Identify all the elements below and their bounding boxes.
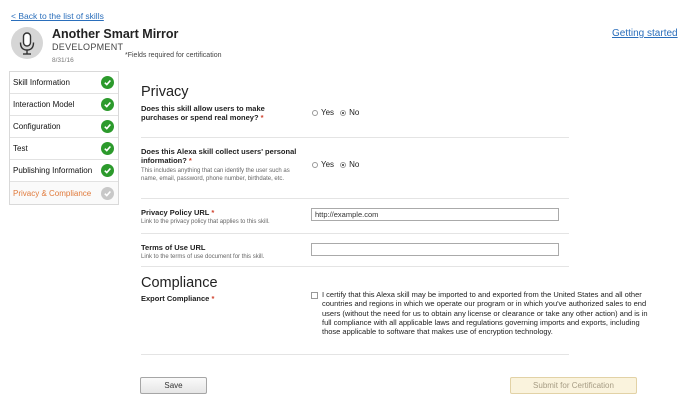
purchases-no-label: No bbox=[349, 108, 360, 117]
personal-info-no-label: No bbox=[349, 160, 360, 169]
sidebar-item-label: Skill Information bbox=[13, 78, 70, 87]
purchases-question: Does this skill allow users to make purc… bbox=[141, 104, 265, 122]
personal-info-no-radio[interactable] bbox=[340, 161, 347, 168]
purchases-radio-group: Yes No bbox=[312, 108, 359, 117]
personal-info-question: Does this Alexa skill collect users' per… bbox=[141, 147, 297, 165]
terms-of-use-label: Terms of Use URL bbox=[141, 243, 206, 252]
sidebar-item-privacy-compliance[interactable]: Privacy & Compliance bbox=[10, 182, 118, 204]
export-compliance-checkbox[interactable] bbox=[311, 292, 318, 299]
sidebar-item-label: Configuration bbox=[13, 122, 61, 131]
back-to-skills-link[interactable]: < Back to the list of skills bbox=[11, 11, 104, 21]
sidebar-item-publishing-information[interactable]: Publishing Information bbox=[10, 160, 118, 182]
sidebar-item-test[interactable]: Test bbox=[10, 138, 118, 160]
sidebar-item-label: Publishing Information bbox=[13, 166, 93, 175]
export-compliance-label: Export Compliance * bbox=[141, 294, 215, 303]
divider bbox=[141, 137, 569, 138]
personal-info-yes-radio[interactable] bbox=[312, 161, 318, 168]
terms-of-use-help: Link to the terms of use document for th… bbox=[141, 254, 265, 260]
check-icon bbox=[101, 98, 114, 111]
privacy-policy-url-input[interactable] bbox=[311, 208, 559, 221]
skill-stage: DEVELOPMENT bbox=[52, 42, 124, 52]
privacy-policy-help: Link to the privacy policy that applies … bbox=[141, 219, 270, 225]
check-icon bbox=[101, 76, 114, 89]
sidebar-item-label: Interaction Model bbox=[13, 100, 75, 109]
terms-of-use-url-input[interactable] bbox=[311, 243, 559, 256]
personal-info-yes-label: Yes bbox=[321, 160, 335, 169]
personal-info-radio-group: Yes No bbox=[312, 160, 359, 169]
divider bbox=[141, 354, 569, 355]
privacy-policy-label: Privacy Policy URL * bbox=[141, 208, 215, 217]
purchases-no-radio[interactable] bbox=[340, 109, 347, 116]
skill-date: 8/31/16 bbox=[52, 57, 74, 64]
divider bbox=[141, 198, 569, 199]
required-fields-note: *Fields required for certification bbox=[125, 52, 222, 59]
check-icon bbox=[101, 120, 114, 133]
personal-info-help: This includes anything that can identify… bbox=[141, 168, 290, 182]
compliance-heading: Compliance bbox=[141, 275, 218, 291]
sidebar-item-configuration[interactable]: Configuration bbox=[10, 116, 118, 138]
check-icon bbox=[101, 186, 114, 200]
sidebar-item-label: Privacy & Compliance bbox=[13, 188, 92, 198]
sidebar-item-skill-information[interactable]: Skill Information bbox=[10, 72, 118, 94]
check-icon bbox=[101, 164, 114, 177]
divider bbox=[141, 233, 569, 234]
microphone-icon bbox=[19, 32, 35, 55]
skill-sections-sidebar: Skill Information Interaction Model Conf… bbox=[9, 71, 119, 205]
sidebar-item-interaction-model[interactable]: Interaction Model bbox=[10, 94, 118, 116]
save-button[interactable]: Save bbox=[140, 377, 207, 394]
submit-for-certification-button[interactable]: Submit for Certification bbox=[510, 377, 637, 394]
check-icon bbox=[101, 142, 114, 155]
purchases-yes-label: Yes bbox=[321, 108, 335, 117]
divider bbox=[141, 266, 569, 267]
purchases-yes-radio[interactable] bbox=[312, 109, 318, 116]
skill-name: Another Smart Mirror bbox=[52, 27, 179, 41]
sidebar-item-label: Test bbox=[13, 144, 28, 153]
getting-started-link[interactable]: Getting started bbox=[612, 28, 678, 39]
privacy-heading: Privacy bbox=[141, 84, 189, 100]
skill-avatar bbox=[11, 27, 43, 59]
export-compliance-text: I certify that this Alexa skill may be i… bbox=[322, 290, 648, 337]
